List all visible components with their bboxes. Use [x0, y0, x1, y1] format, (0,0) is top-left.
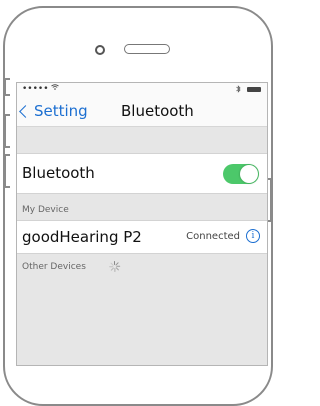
bluetooth-row: Bluetooth [17, 153, 267, 194]
status-right-group [236, 85, 261, 93]
other-devices-header: Other Devices [17, 254, 267, 278]
info-icon[interactable]: i [246, 229, 260, 243]
earpiece-speaker [124, 44, 170, 54]
section-spacer [17, 127, 267, 153]
signal-indicator: ••••• [22, 84, 60, 94]
my-device-header-label: My Device [22, 205, 69, 215]
loading-spinner-icon [109, 261, 121, 272]
device-status: Connected [186, 231, 240, 242]
navigation-bar: Setting Bluetooth [17, 99, 267, 127]
wifi-icon [51, 84, 60, 90]
status-bar: ••••• [17, 83, 267, 99]
phone-screen: ••••• Setting Bluetooth Bluetooth My Dev… [16, 82, 268, 366]
volume-up-button [4, 114, 10, 148]
volume-down-button [4, 154, 10, 188]
signal-dots: ••••• [22, 84, 52, 94]
mute-switch [4, 78, 10, 96]
toggle-knob [240, 165, 258, 183]
chevron-left-icon [19, 105, 32, 118]
back-label: Setting [34, 102, 88, 120]
other-devices-label: Other Devices [22, 262, 86, 272]
front-camera [95, 45, 105, 55]
page-title: Bluetooth [121, 102, 194, 120]
device-row-goodhearing[interactable]: goodHearing P2 Connected i [17, 220, 267, 254]
bluetooth-label: Bluetooth [22, 164, 95, 182]
bluetooth-toggle[interactable] [223, 164, 259, 184]
my-device-header: My Device [17, 194, 267, 220]
back-button[interactable]: Setting [19, 102, 88, 120]
device-name: goodHearing P2 [22, 228, 142, 246]
battery-icon [247, 86, 261, 92]
bluetooth-icon [236, 85, 241, 93]
